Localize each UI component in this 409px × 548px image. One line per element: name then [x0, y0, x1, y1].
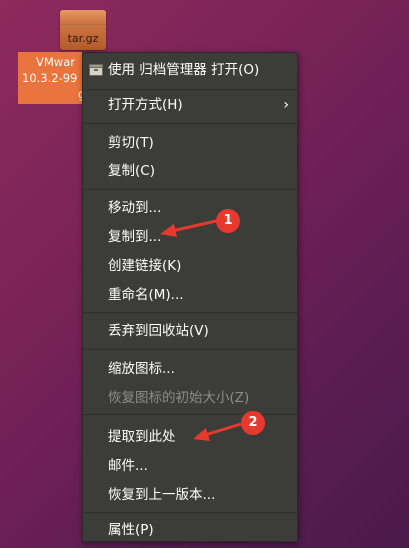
annotation-badge-2: 2 [241, 411, 265, 435]
annotation-arrows [160, 219, 242, 441]
desktop: tar.gz VMwar 10.3.2-99 g 使用 归档管理器 打开(O) … [0, 0, 409, 548]
annotation-arrow-1 [171, 219, 217, 233]
annotation-badge-1: 1 [216, 209, 240, 233]
annotation-arrow-2 [204, 422, 242, 437]
annotation-arrowhead-2 [193, 428, 210, 441]
annotation-arrowhead-1 [160, 224, 177, 237]
